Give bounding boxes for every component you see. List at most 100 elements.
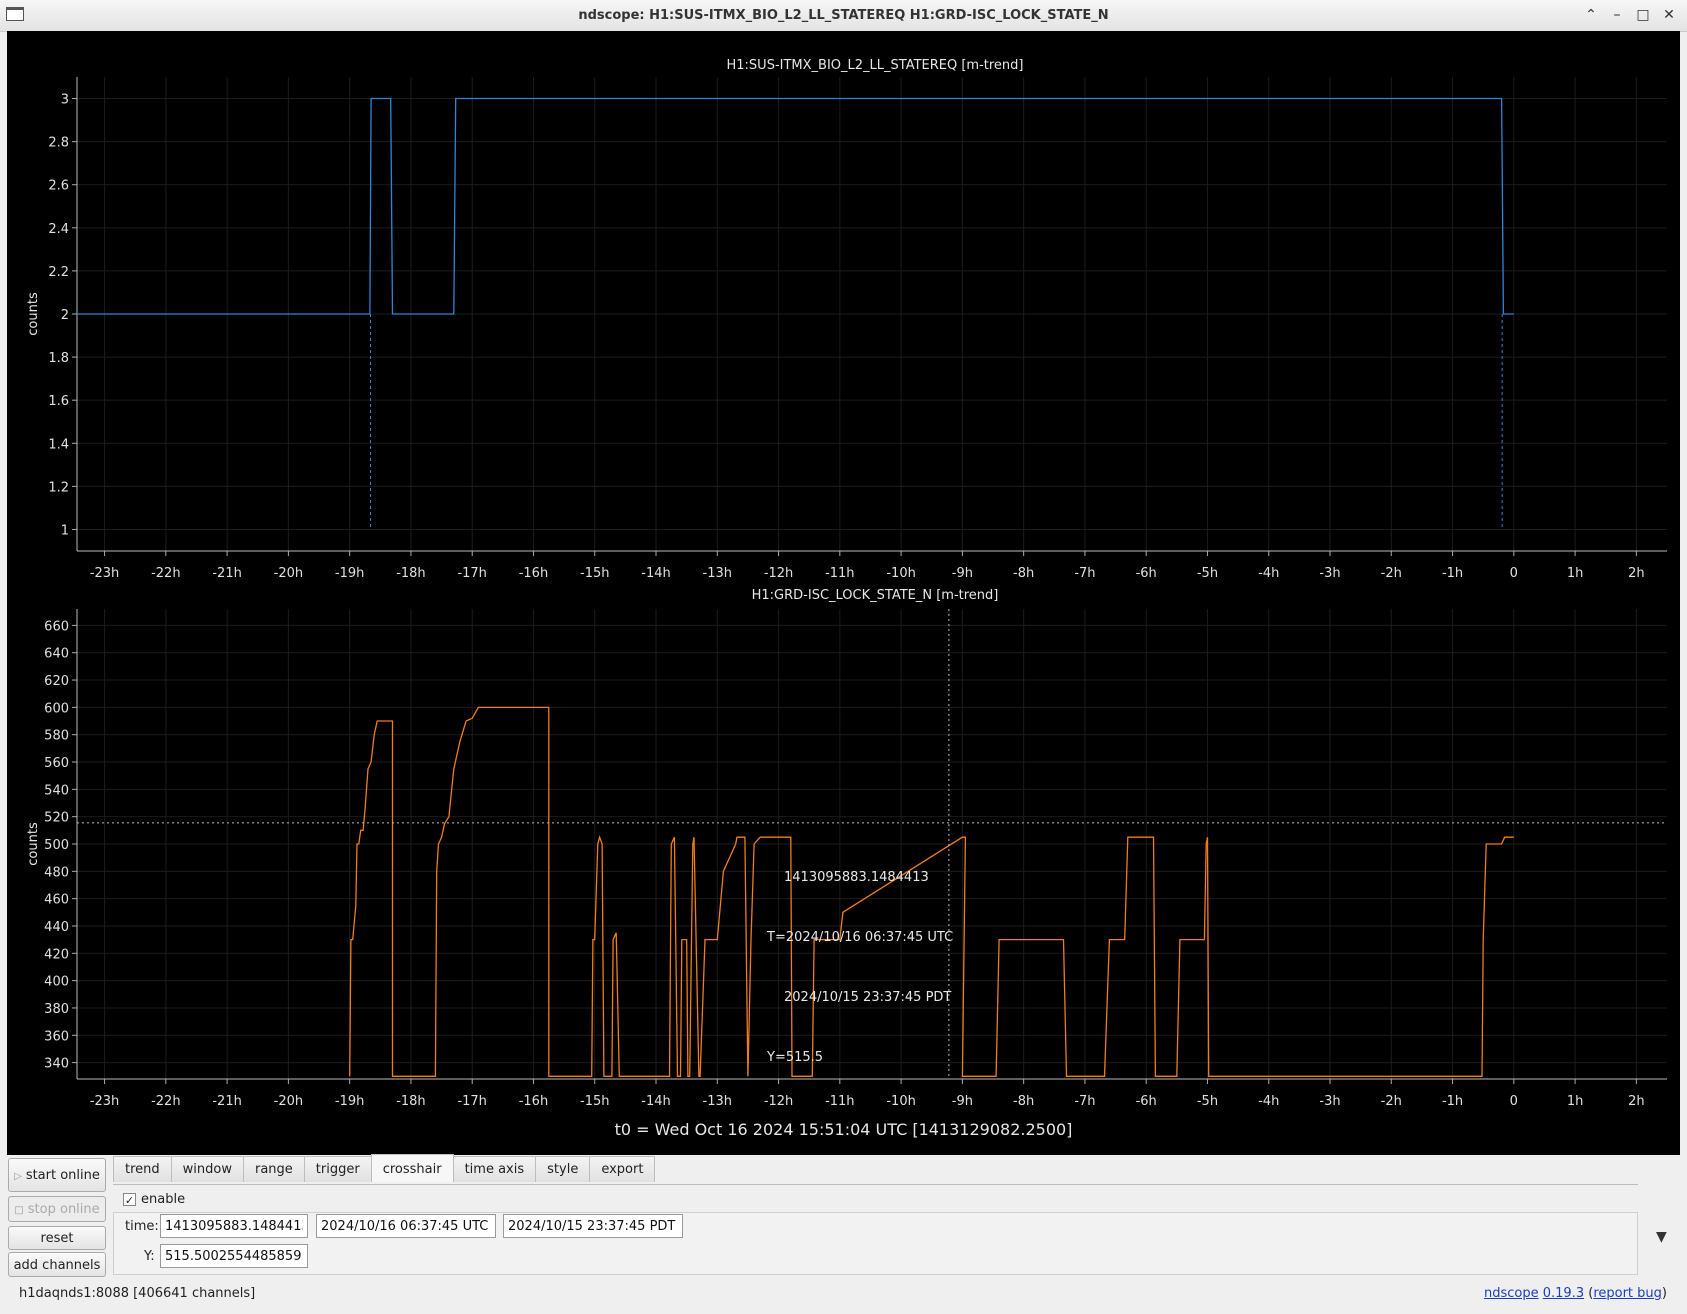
x-tick-label: -1h — [1442, 1094, 1463, 1109]
minimize-icon[interactable]: – — [1607, 5, 1627, 25]
t0-label: t0 = Wed Oct 16 2024 15:51:04 UTC [14131… — [614, 1120, 1073, 1139]
tab-trend[interactable]: trend — [113, 1156, 172, 1182]
stop-icon: □ — [14, 1205, 24, 1216]
x-tick-label: -2h — [1381, 1094, 1402, 1109]
maximize-icon[interactable]: □ — [1633, 5, 1653, 25]
crosshair-tab-panel: ✓ enable time: Y: — [113, 1184, 1638, 1275]
plot-title: H1:SUS-ITMX_BIO_L2_LL_STATEREQ [m-trend] — [727, 58, 1024, 73]
reset-button[interactable]: reset — [8, 1226, 106, 1250]
y-tick-label: 2.8 — [48, 136, 69, 151]
x-tick-label: -7h — [1074, 1094, 1095, 1109]
plot-title: H1:GRD-ISC_LOCK_STATE_N [m-trend] — [752, 588, 999, 603]
y-value-input[interactable] — [160, 1244, 308, 1268]
tab-export[interactable]: export — [589, 1156, 656, 1182]
x-tick-label: -8h — [1013, 566, 1034, 581]
y-tick-label: 660 — [44, 619, 69, 634]
y-tick-label: 1 — [61, 523, 69, 538]
y-tick-label: 3 — [61, 93, 69, 108]
x-tick-label: 0 — [1510, 1094, 1518, 1109]
crosshair-t-label: T= — [767, 930, 786, 945]
add-channels-button[interactable]: add channels — [8, 1252, 106, 1277]
y-tick-label: 500 — [44, 838, 69, 853]
tab-trigger[interactable]: trigger — [303, 1156, 372, 1182]
x-tick-label: -18h — [396, 1094, 425, 1109]
crosshair-pdt: 2024/10/15 23:37:45 PDT — [784, 990, 952, 1005]
shade-icon[interactable]: ⌃ — [1581, 5, 1601, 25]
x-tick-label: -6h — [1136, 1094, 1157, 1109]
x-tick-label: -7h — [1074, 566, 1095, 581]
x-tick-label: -17h — [457, 1094, 486, 1109]
x-tick-label: -21h — [212, 1094, 241, 1109]
y-tick-label: 400 — [44, 975, 69, 990]
x-tick-label: -9h — [952, 1094, 973, 1109]
y-label: Y: — [144, 1249, 155, 1264]
time-pdt-input[interactable] — [503, 1214, 683, 1238]
x-tick-label: -16h — [519, 1094, 548, 1109]
y-tick-label: 2.2 — [48, 265, 69, 280]
start-online-button[interactable]: ▷ start online — [8, 1158, 106, 1192]
x-tick-label: -5h — [1197, 1094, 1218, 1109]
report-bug-link[interactable]: report bug — [1593, 1286, 1662, 1301]
tab-time-axis[interactable]: time axis — [452, 1156, 537, 1182]
expand-panel-icon[interactable]: ▼ — [1656, 1229, 1667, 1245]
play-icon: ▷ — [14, 1171, 22, 1182]
x-tick-label: -11h — [825, 566, 854, 581]
tab-crosshair[interactable]: crosshair — [370, 1154, 454, 1182]
enable-checkbox[interactable]: ✓ — [123, 1193, 136, 1207]
x-tick-label: -2h — [1381, 566, 1402, 581]
crosshair-readout: 1413095883.1484413 T=2024/10/16 06:37:45… — [767, 828, 953, 1108]
y-tick-label: 440 — [44, 920, 69, 935]
y-tick-label: 560 — [44, 756, 69, 771]
x-tick-label: -20h — [274, 566, 303, 581]
y-tick-label: 340 — [44, 1057, 69, 1072]
stop-online-label: stop online — [27, 1202, 100, 1217]
y-tick-label: 640 — [44, 647, 69, 662]
crosshair-y: 515.5 — [785, 1050, 824, 1065]
x-tick-label: -15h — [580, 1094, 609, 1109]
x-tick-label: -5h — [1197, 566, 1218, 581]
series-line — [77, 97, 1514, 315]
y-tick-label: 420 — [44, 947, 69, 962]
x-tick-label: -16h — [519, 566, 548, 581]
version-info: ndscope 0.19.3 (report bug) — [1483, 1286, 1667, 1301]
x-tick-label: -22h — [151, 566, 180, 581]
x-tick-label: 2h — [1628, 566, 1645, 581]
x-tick-label: -4h — [1258, 566, 1279, 581]
x-tick-label: -12h — [764, 566, 793, 581]
close-icon[interactable]: ✕ — [1659, 5, 1679, 25]
time-gps-input[interactable] — [160, 1214, 308, 1238]
enable-label: enable — [141, 1192, 186, 1207]
tab-window[interactable]: window — [170, 1156, 244, 1182]
x-tick-label: -4h — [1258, 1094, 1279, 1109]
y-axis-label: counts — [26, 292, 41, 336]
start-online-label: start online — [25, 1168, 100, 1183]
x-tick-label: 2h — [1628, 1094, 1645, 1109]
x-tick-label: -14h — [641, 566, 670, 581]
x-tick-label: -6h — [1136, 566, 1157, 581]
x-tick-label: -13h — [703, 1094, 732, 1109]
time-utc-input[interactable] — [316, 1214, 496, 1238]
x-tick-label: -8h — [1013, 1094, 1034, 1109]
crosshair-gps: 1413095883.1484413 — [784, 870, 929, 885]
plot-area[interactable]: -23h -22h -21h -20h -19h -18h -17h -16h -15h -14h… — [7, 31, 1680, 1155]
x-tick-label: 1h — [1567, 1094, 1584, 1109]
title-bar: ndscope: H1:SUS-ITMX_BIO_L2_LL_STATEREQ … — [0, 0, 1687, 32]
y-tick-label: 2.6 — [48, 179, 69, 194]
x-tick-label: -18h — [396, 566, 425, 581]
y-tick-label: 1.4 — [48, 437, 69, 452]
version-link[interactable]: 0.19.3 — [1543, 1286, 1584, 1301]
x-tick-label: -14h — [641, 1094, 670, 1109]
x-tick-label: 0 — [1510, 566, 1518, 581]
y-tick-label: 600 — [44, 701, 69, 716]
y-tick-label: 360 — [44, 1029, 69, 1044]
x-tick-label: -3h — [1319, 566, 1340, 581]
x-tick-label: -9h — [952, 566, 973, 581]
tab-style[interactable]: style — [535, 1156, 591, 1182]
y-tick-label: 1.6 — [48, 394, 69, 409]
y-tick-label: 1.2 — [48, 480, 69, 495]
x-tick-label: -1h — [1442, 566, 1463, 581]
y-tick-label: 2.4 — [48, 222, 69, 237]
y-tick-label: 2 — [61, 308, 69, 323]
ndscope-link[interactable]: ndscope — [1484, 1286, 1539, 1301]
tab-range[interactable]: range — [242, 1156, 305, 1182]
